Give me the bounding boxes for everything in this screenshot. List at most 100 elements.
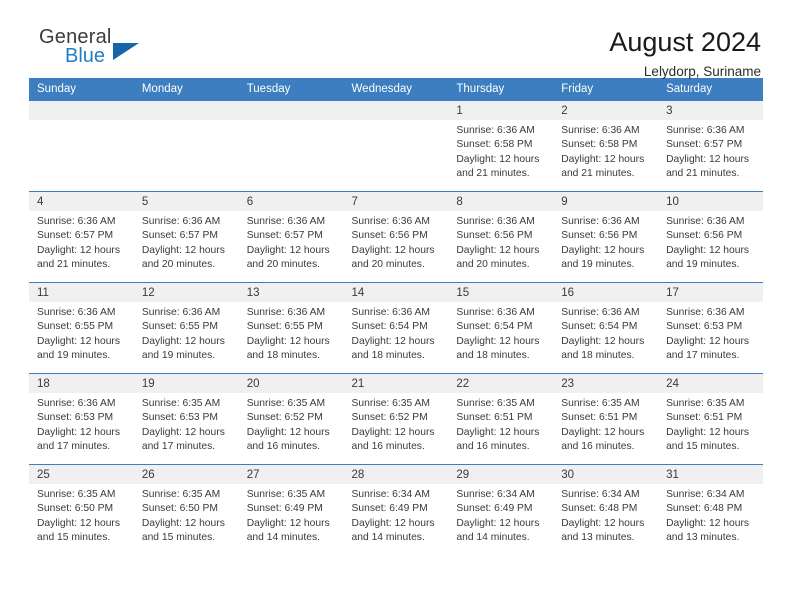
generalblue-logo[interactable]: General Blue <box>29 26 159 78</box>
sunrise-text: Sunrise: 6:36 AM <box>561 125 640 136</box>
day-cell: 19 Sunrise: 6:35 AM Sunset: 6:53 PM Dayligh… <box>133 374 239 464</box>
calendar-cell[interactable]: 10 Sunrise: 6:36 AM Sunset: 6:56 PM Dayligh… <box>658 191 763 283</box>
calendar-cell[interactable]: 23 Sunrise: 6:35 AM Sunset: 6:51 PM Dayligh… <box>553 373 659 465</box>
day-cell: 22 Sunrise: 6:35 AM Sunset: 6:51 PM Dayligh… <box>448 374 554 464</box>
daylight-text-cont: and 14 minutes. <box>246 532 320 544</box>
calendar-cell[interactable]: 2 Sunrise: 6:36 AM Sunset: 6:58 PM Daylight… <box>553 101 659 192</box>
daylight-text: Daylight: 12 hours <box>456 517 540 529</box>
calendar-cell[interactable]: 12 Sunrise: 6:36 AM Sunset: 6:55 PM Dayligh… <box>133 282 239 374</box>
day-number: 18 <box>29 374 134 393</box>
daylight-text-cont: and 19 minutes. <box>37 350 111 362</box>
day-number: 13 <box>238 283 344 302</box>
calendar-cell[interactable]: 21 Sunrise: 6:35 AM Sunset: 6:52 PM Dayligh… <box>343 373 449 465</box>
daylight-text: Daylight: 12 hours <box>456 335 540 347</box>
calendar-cell[interactable]: 3 Sunrise: 6:36 AM Sunset: 6:57 PM Daylight… <box>658 101 763 192</box>
calendar-cell[interactable] <box>29 101 134 192</box>
calendar-cell[interactable]: 13 Sunrise: 6:36 AM Sunset: 6:55 PM Dayligh… <box>238 282 344 374</box>
day-info: Sunrise: 6:35 AM Sunset: 6:50 PM Daylight:… <box>134 484 239 546</box>
calendar-cell[interactable]: 15 Sunrise: 6:36 AM Sunset: 6:54 PM Dayligh… <box>448 282 554 374</box>
day-number: 19 <box>133 374 239 393</box>
sunrise-text: Sunrise: 6:34 AM <box>456 489 535 500</box>
sunset-text: Sunset: 6:53 PM <box>141 412 218 424</box>
sunrise-text: Sunrise: 6:36 AM <box>246 307 326 318</box>
daylight-text: Daylight: 12 hours <box>456 153 540 165</box>
calendar-cell[interactable]: 17 Sunrise: 6:36 AM Sunset: 6:53 PM Dayligh… <box>658 282 763 374</box>
calendar-cell[interactable]: 20 Sunrise: 6:35 AM Sunset: 6:52 PM Dayligh… <box>238 373 344 465</box>
calendar-cell[interactable]: 18 Sunrise: 6:36 AM Sunset: 6:53 PM Dayligh… <box>29 373 134 465</box>
calendar-cell[interactable]: 7 Sunrise: 6:36 AM Sunset: 6:56 PM Daylight… <box>343 191 449 283</box>
calendar-cell[interactable] <box>343 101 449 192</box>
calendar-cell[interactable] <box>238 101 344 192</box>
calendar-cell[interactable]: 1 Sunrise: 6:36 AM Sunset: 6:58 PM Daylight… <box>448 101 554 192</box>
sunrise-text: Sunrise: 6:35 AM <box>561 398 640 409</box>
daylight-text: Daylight: 12 hours <box>246 244 330 256</box>
day-cell: 4 Sunrise: 6:36 AM Sunset: 6:57 PM Daylight… <box>29 192 134 282</box>
day-number: 15 <box>448 283 554 302</box>
calendar-cell[interactable]: 16 Sunrise: 6:36 AM Sunset: 6:54 PM Dayligh… <box>553 282 659 374</box>
calendar-cell[interactable]: 24 Sunrise: 6:35 AM Sunset: 6:51 PM Dayligh… <box>658 373 763 465</box>
weekday-header-monday: Monday <box>133 78 239 101</box>
sunset-text: Sunset: 6:48 PM <box>561 503 638 515</box>
daylight-text-cont: and 16 minutes. <box>246 441 320 453</box>
calendar-cell[interactable]: 9 Sunrise: 6:36 AM Sunset: 6:56 PM Daylight… <box>553 191 659 283</box>
daylight-text-cont: and 15 minutes. <box>37 532 111 544</box>
daylight-text: Daylight: 12 hours <box>141 244 225 256</box>
daylight-text: Daylight: 12 hours <box>246 335 330 347</box>
day-info: Sunrise: 6:36 AM Sunset: 6:57 PM Daylight:… <box>658 120 763 182</box>
day-cell: 23 Sunrise: 6:35 AM Sunset: 6:51 PM Dayligh… <box>553 374 659 464</box>
day-info: Sunrise: 6:36 AM Sunset: 6:54 PM Daylight:… <box>344 302 449 364</box>
calendar-cell[interactable]: 26 Sunrise: 6:35 AM Sunset: 6:50 PM Dayligh… <box>133 464 239 555</box>
sunrise-text: Sunrise: 6:35 AM <box>141 398 221 409</box>
sunset-text: Sunset: 6:56 PM <box>351 230 428 242</box>
sunrise-text: Sunrise: 6:34 AM <box>351 489 430 500</box>
sunrise-text: Sunrise: 6:35 AM <box>666 398 745 409</box>
sunrise-text: Sunrise: 6:36 AM <box>351 216 430 227</box>
calendar-cell[interactable]: 25 Sunrise: 6:35 AM Sunset: 6:50 PM Dayligh… <box>29 464 134 555</box>
daylight-text-cont: and 17 minutes. <box>666 350 740 362</box>
calendar-cell[interactable]: 30 Sunrise: 6:34 AM Sunset: 6:48 PM Dayligh… <box>553 464 659 555</box>
calendar-cell[interactable]: 8 Sunrise: 6:36 AM Sunset: 6:56 PM Daylight… <box>448 191 554 283</box>
calendar-cell[interactable]: 5 Sunrise: 6:36 AM Sunset: 6:57 PM Daylight… <box>133 191 239 283</box>
day-cell: 25 Sunrise: 6:35 AM Sunset: 6:50 PM Dayligh… <box>29 465 134 555</box>
sunset-text: Sunset: 6:48 PM <box>666 503 743 515</box>
day-cell: 3 Sunrise: 6:36 AM Sunset: 6:57 PM Daylight… <box>658 101 763 191</box>
day-info: Sunrise: 6:36 AM Sunset: 6:55 PM Daylight:… <box>239 302 344 364</box>
calendar-cell[interactable]: 22 Sunrise: 6:35 AM Sunset: 6:51 PM Dayligh… <box>448 373 554 465</box>
daylight-text: Daylight: 12 hours <box>141 335 225 347</box>
sunrise-text: Sunrise: 6:34 AM <box>561 489 640 500</box>
calendar-cell[interactable]: 28 Sunrise: 6:34 AM Sunset: 6:49 PM Dayligh… <box>343 464 449 555</box>
daylight-text-cont: and 20 minutes. <box>141 259 216 271</box>
calendar-cell[interactable]: 31 Sunrise: 6:34 AM Sunset: 6:48 PM Dayligh… <box>658 464 763 555</box>
daylight-text-cont: and 14 minutes. <box>351 532 425 544</box>
day-cell: 21 Sunrise: 6:35 AM Sunset: 6:52 PM Dayligh… <box>343 374 449 464</box>
calendar-week-row: 1 Sunrise: 6:36 AM Sunset: 6:58 PM Daylight… <box>29 101 763 192</box>
day-number: 11 <box>29 283 134 302</box>
daylight-text: Daylight: 12 hours <box>666 517 750 529</box>
page-title: August 2024 <box>609 27 761 57</box>
daylight-text-cont: and 16 minutes. <box>456 441 530 453</box>
calendar-cell[interactable]: 29 Sunrise: 6:34 AM Sunset: 6:49 PM Dayligh… <box>448 464 554 555</box>
calendar-table: Sunday Monday Tuesday Wednesday Thursday… <box>29 78 763 555</box>
day-cell: 5 Sunrise: 6:36 AM Sunset: 6:57 PM Daylight… <box>133 192 239 282</box>
calendar-cell[interactable]: 27 Sunrise: 6:35 AM Sunset: 6:49 PM Dayligh… <box>238 464 344 555</box>
daylight-text: Daylight: 12 hours <box>246 426 330 438</box>
day-cell: 7 Sunrise: 6:36 AM Sunset: 6:56 PM Daylight… <box>343 192 449 282</box>
sunset-text: Sunset: 6:51 PM <box>666 412 743 424</box>
day-number: 22 <box>448 374 554 393</box>
page-header: General Blue August 2024 Lelydorp, Surin… <box>29 0 763 79</box>
calendar-cell[interactable]: 6 Sunrise: 6:36 AM Sunset: 6:57 PM Daylight… <box>238 191 344 283</box>
daylight-text: Daylight: 12 hours <box>561 153 645 165</box>
calendar-cell[interactable]: 14 Sunrise: 6:36 AM Sunset: 6:54 PM Dayligh… <box>343 282 449 374</box>
calendar-cell[interactable] <box>133 101 239 192</box>
day-number: 23 <box>553 374 659 393</box>
sunrise-text: Sunrise: 6:36 AM <box>666 216 745 227</box>
day-number: 10 <box>658 192 763 211</box>
sunset-text: Sunset: 6:52 PM <box>246 412 323 424</box>
calendar-cell[interactable]: 19 Sunrise: 6:35 AM Sunset: 6:53 PM Dayligh… <box>133 373 239 465</box>
sunrise-text: Sunrise: 6:35 AM <box>246 398 326 409</box>
sunset-text: Sunset: 6:49 PM <box>351 503 428 515</box>
calendar-cell[interactable]: 4 Sunrise: 6:36 AM Sunset: 6:57 PM Daylight… <box>29 191 134 283</box>
calendar-cell[interactable]: 11 Sunrise: 6:36 AM Sunset: 6:55 PM Dayligh… <box>29 282 134 374</box>
daylight-text-cont: and 15 minutes. <box>666 441 740 453</box>
day-info: Sunrise: 6:36 AM Sunset: 6:57 PM Daylight:… <box>239 211 344 273</box>
